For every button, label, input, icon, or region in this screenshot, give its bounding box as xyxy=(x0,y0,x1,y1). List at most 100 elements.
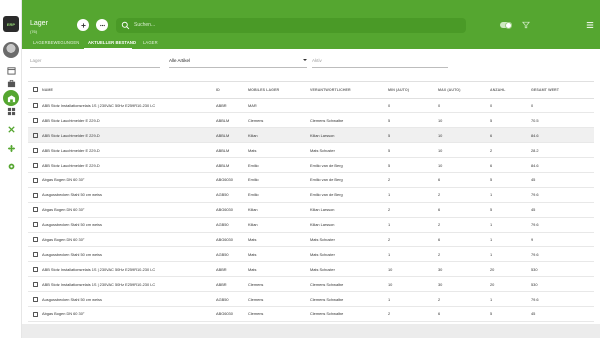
table-row[interactable]: ABB Stotz Lauchtmelder E 229-D ABBLM Cleme… xyxy=(28,112,594,129)
table-row[interactable]: Abgas Bogen DN 60 30° ABG6030 Clemens Cleme… xyxy=(28,306,594,322)
table-row[interactable]: Ausgussbecken Stahl 50 cm weiss AGB50 Emil… xyxy=(28,187,594,203)
grid-icon[interactable] xyxy=(5,105,17,117)
row-select-cell[interactable] xyxy=(28,261,42,278)
app-root: ERP Lager (76) Suchen... LAGERBEWEGUNGEN… xyxy=(0,0,600,338)
row-select-cell[interactable] xyxy=(28,142,42,159)
row-checkbox[interactable] xyxy=(33,266,38,272)
cell-min: 1 xyxy=(388,217,438,233)
table-row[interactable]: Abgas Bogen DN 60 30° ABG6030 Kilian Kilian… xyxy=(28,202,594,218)
col-max[interactable]: MAX (AUTO) xyxy=(438,82,490,99)
table-row[interactable]: Abgas Bogen DN 60 30° ABG6030 Mats Mats Sch… xyxy=(28,232,594,248)
row-select-cell[interactable] xyxy=(28,112,42,129)
cell-gesamt-wert: 84.6 xyxy=(531,157,594,173)
hamburger-menu-icon[interactable] xyxy=(586,21,594,29)
row-checkbox[interactable] xyxy=(33,192,38,198)
cell-gesamt-wert: 9 xyxy=(531,232,594,248)
cell-verantwortlicher: Emilio van de Berg xyxy=(310,187,388,203)
table-row[interactable]: Abgas Bogen DN 60 30° ABG6030 Emilio Emilio… xyxy=(28,172,594,188)
table-row[interactable]: ABB Stotz Lauchtmelder E 229-D ABBLM Mats M… xyxy=(28,142,594,159)
row-select-cell[interactable] xyxy=(28,306,42,322)
cell-max: 2 xyxy=(438,246,490,263)
select-all-cell[interactable] xyxy=(28,82,42,99)
cell-mobiles-lager: Clemens xyxy=(248,291,310,307)
col-name[interactable]: NAME xyxy=(42,82,216,99)
filter-icon[interactable] xyxy=(522,21,530,29)
row-select-cell[interactable] xyxy=(28,217,42,233)
cell-min: 1 xyxy=(388,246,438,263)
cell-name: Ausgussbecken Stahl 50 cm weiss xyxy=(42,246,216,263)
row-checkbox[interactable] xyxy=(33,281,38,287)
table-header-row: NAME ID MOBILES LAGER VERANTWORTLICHER M… xyxy=(28,82,594,99)
footer-bar xyxy=(22,324,600,338)
page-title: Lager xyxy=(30,20,48,27)
artikel-select[interactable]: Alle Artikel xyxy=(169,56,307,68)
row-checkbox[interactable] xyxy=(33,103,38,109)
row-select-cell[interactable] xyxy=(28,127,42,144)
col-verantwortlicher[interactable]: VERANTWORTLICHER xyxy=(310,82,388,99)
col-anzahl[interactable]: ANZAHL xyxy=(490,82,531,99)
gear-icon[interactable] xyxy=(5,160,17,172)
cell-name: ABB Stotz Installationsrelais 1S | 230VA… xyxy=(42,276,216,293)
table-row[interactable]: ABB Stotz Installationsrelais 1S | 230VA… xyxy=(28,276,594,293)
cell-gesamt-wert: 70.5 xyxy=(531,112,594,129)
row-checkbox[interactable] xyxy=(33,222,38,228)
row-select-cell[interactable] xyxy=(28,172,42,188)
row-select-cell[interactable] xyxy=(28,246,42,263)
cell-verantwortlicher: Kilian Larsson xyxy=(310,127,388,144)
table-row[interactable]: ABB Stotz Lauchtmelder E 229-D ABBLM Kilia… xyxy=(28,127,594,144)
row-select-cell[interactable] xyxy=(28,232,42,248)
row-checkbox[interactable] xyxy=(33,177,38,183)
table-row[interactable]: Ausgussbecken Stahl 50 cm weiss AGB50 Clem… xyxy=(28,291,594,307)
tools-icon[interactable] xyxy=(5,123,17,135)
table-row[interactable]: Ausgussbecken Stahl 50 cm weiss AGB50 Kili… xyxy=(28,217,594,233)
table-row[interactable]: ABB Stotz Lauchtmelder E 229-D ABBLM Emili… xyxy=(28,157,594,173)
row-checkbox[interactable] xyxy=(33,252,38,258)
filter-toggle[interactable] xyxy=(500,21,512,29)
add-button[interactable] xyxy=(77,19,89,31)
artikel-selected: Alle Artikel xyxy=(169,58,191,63)
col-mobiles-lager[interactable]: MOBILES LAGER xyxy=(248,82,310,99)
row-select-cell[interactable] xyxy=(28,202,42,218)
cell-min: 5 xyxy=(388,157,438,173)
more-button[interactable] xyxy=(96,19,108,31)
row-checkbox[interactable] xyxy=(33,132,38,138)
row-select-cell[interactable] xyxy=(28,276,42,293)
col-min[interactable]: MIN (AUTO) xyxy=(388,82,438,99)
calendar-icon[interactable] xyxy=(5,64,17,76)
cell-min: 2 xyxy=(388,172,438,188)
tab-aktueller-bestand[interactable]: AKTUELLER BESTAND xyxy=(88,40,136,45)
fan-icon[interactable] xyxy=(5,142,17,154)
select-all-checkbox[interactable] xyxy=(33,87,38,93)
cell-mobiles-lager: Mats xyxy=(248,261,310,278)
table-row[interactable]: ABB Stotz Installationsrelais 1S | 230VA… xyxy=(28,261,594,278)
row-select-cell[interactable] xyxy=(28,187,42,203)
warehouse-icon[interactable] xyxy=(3,90,19,106)
app-logo[interactable]: ERP xyxy=(3,16,19,32)
col-gesamt-wert[interactable]: GESAMT WERT xyxy=(531,82,594,99)
cell-verantwortlicher: Clemens Schwalbe xyxy=(310,276,388,293)
row-checkbox[interactable] xyxy=(33,311,38,317)
search-input[interactable]: Suchen... xyxy=(134,22,155,28)
cell-gesamt-wert: 0 xyxy=(531,98,594,114)
search-bar[interactable]: Suchen... xyxy=(116,18,530,33)
lager-select[interactable]: Lager xyxy=(30,56,160,68)
row-select-cell[interactable] xyxy=(28,291,42,307)
tab-lager[interactable]: LAGER xyxy=(143,40,158,45)
cell-verantwortlicher: Mats Schuster xyxy=(310,246,388,263)
row-checkbox[interactable] xyxy=(33,237,38,243)
row-checkbox[interactable] xyxy=(33,147,38,153)
row-select-cell[interactable] xyxy=(28,98,42,114)
table-row[interactable]: Ausgussbecken Stahl 50 cm weiss AGB50 Mats… xyxy=(28,246,594,263)
table-row[interactable]: ABB Stotz Installationsrelais 1S | 230VA… xyxy=(28,98,594,114)
briefcase-icon[interactable] xyxy=(5,77,17,89)
row-checkbox[interactable] xyxy=(33,296,38,302)
cell-verantwortlicher: Mats Schuster xyxy=(310,142,388,159)
col-id[interactable]: ID xyxy=(216,82,248,99)
row-checkbox[interactable] xyxy=(33,162,38,168)
row-checkbox[interactable] xyxy=(33,207,38,213)
aktiv-field[interactable]: Aktiv xyxy=(312,56,448,68)
user-avatar[interactable] xyxy=(3,42,19,58)
row-select-cell[interactable] xyxy=(28,157,42,173)
row-checkbox[interactable] xyxy=(33,118,38,124)
tab-lagerbewegungen[interactable]: LAGERBEWEGUNGEN xyxy=(33,40,79,45)
